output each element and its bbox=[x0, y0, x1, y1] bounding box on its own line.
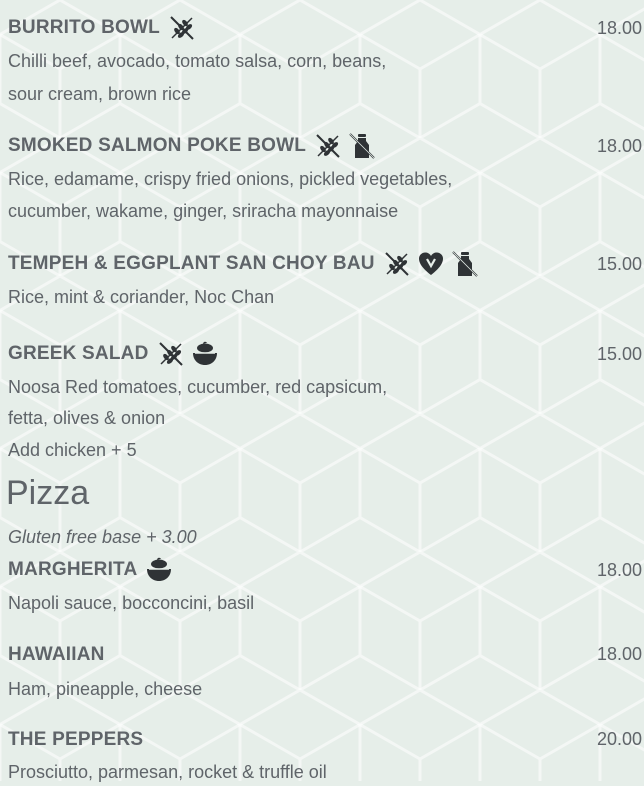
menu-item-hawaiian-title: HAWAIIAN bbox=[8, 644, 113, 666]
menu-item-price: 15.00 bbox=[596, 254, 642, 274]
menu: BURRITO BOWL 18.00 Chilli beef, avocado,… bbox=[0, 0, 644, 782]
section-note: Gluten free base + 3.00 bbox=[8, 527, 197, 547]
item-name: SMOKED SALMON POKE BOWL bbox=[8, 135, 307, 156]
menu-item-description: Chilli beef, avocado, tomato salsa, corn… bbox=[8, 51, 387, 71]
menu-item-smoked-salmon-poke-bowl-title: SMOKED SALMON POKE BOWL bbox=[8, 132, 382, 160]
item-name: HAWAIIAN bbox=[8, 644, 105, 665]
menu-item-price: 20.00 bbox=[596, 729, 642, 749]
vegetarian-bowl-icon bbox=[145, 556, 173, 584]
gluten-free-icon bbox=[168, 14, 196, 42]
menu-item-description: Noosa Red tomatoes, cucumber, red capsic… bbox=[8, 377, 388, 397]
menu-item-burrito-bowl-title: BURRITO BOWL bbox=[8, 14, 202, 42]
item-name: TEMPEH & EGGPLANT SAN CHOY BAU bbox=[8, 253, 375, 274]
menu-item-description: Ham, pineapple, cheese bbox=[8, 679, 203, 699]
vegan-heart-icon bbox=[417, 250, 445, 278]
menu-item-description: Rice, edamame, crispy fried onions, pick… bbox=[8, 169, 453, 189]
menu-item-description: sour cream, brown rice bbox=[8, 84, 192, 104]
item-name: BURRITO BOWL bbox=[8, 17, 160, 38]
menu-item-price: 18.00 bbox=[596, 560, 642, 580]
menu-item-tempeh-eggplant-title: TEMPEH & EGGPLANT SAN CHOY BAU bbox=[8, 250, 485, 278]
gluten-free-icon bbox=[383, 250, 411, 278]
menu-item-description: cucumber, wakame, ginger, sriracha mayon… bbox=[8, 201, 399, 221]
menu-item-margherita-title: MARGHERITA bbox=[8, 556, 179, 584]
item-name: GREEK SALAD bbox=[8, 343, 149, 364]
menu-item-description: Prosciutto, parmesan, rocket & truffle o… bbox=[8, 762, 327, 782]
section-title-pizza: Pizza bbox=[6, 474, 90, 512]
menu-item-greek-salad-title: GREEK SALAD bbox=[8, 340, 225, 368]
item-name: THE PEPPERS bbox=[8, 729, 144, 750]
gluten-free-icon bbox=[157, 340, 185, 368]
menu-item-price: 18.00 bbox=[596, 644, 642, 664]
dairy-free-icon bbox=[348, 132, 376, 160]
dairy-free-icon bbox=[451, 250, 479, 278]
item-name: MARGHERITA bbox=[8, 559, 138, 580]
vegetarian-bowl-icon bbox=[191, 340, 219, 368]
menu-item-the-peppers-title: THE PEPPERS bbox=[8, 729, 151, 751]
menu-item-price: 18.00 bbox=[596, 136, 642, 156]
menu-item-description: Napoli sauce, bocconcini, basil bbox=[8, 593, 255, 613]
menu-item-price: 15.00 bbox=[596, 344, 642, 364]
menu-item-description: fetta, olives & onion bbox=[8, 408, 166, 428]
menu-item-price: 18.00 bbox=[596, 18, 642, 38]
menu-item-description: Rice, mint & coriander, Noc Chan bbox=[8, 287, 275, 307]
gluten-free-icon bbox=[314, 132, 342, 160]
menu-item-description: Add chicken + 5 bbox=[8, 440, 137, 460]
